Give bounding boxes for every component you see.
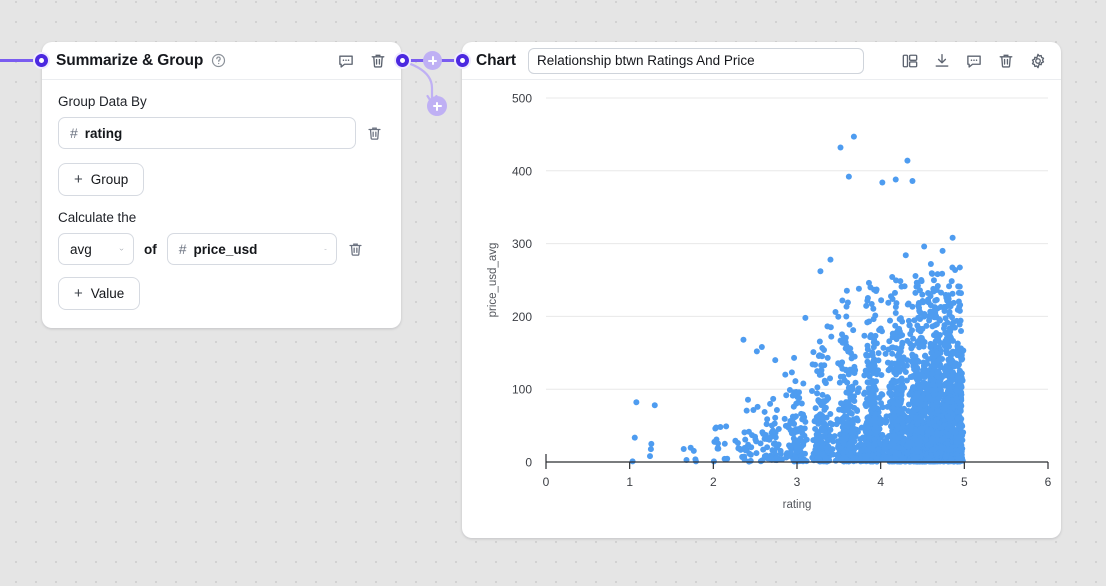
summarize-output-port[interactable] [394,52,411,69]
svg-text:2: 2 [710,475,717,489]
summarize-header-actions [337,52,387,70]
calculate-the-label: Calculate the [58,210,385,225]
add-node-inline-button[interactable] [423,51,442,70]
wire-output-to-add [410,59,424,62]
svg-text:5: 5 [961,475,968,489]
summarize-card-header: Summarize & Group [42,42,401,80]
trash-icon[interactable] [997,52,1015,70]
node-graph-canvas[interactable]: Summarize & Group [0,0,1106,586]
scatter-plot-area[interactable]: 0 100 200 300 400 500 price_usd_avg 0 1 2 3 4 5 6 rati… [462,80,1061,537]
group-data-by-label: Group Data By [58,94,385,109]
chart-input-port[interactable] [454,52,471,69]
chevron-down-icon[interactable] [330,127,346,140]
svg-text:400: 400 [512,164,532,178]
gear-icon[interactable] [1029,52,1047,70]
chevron-down-icon[interactable] [111,243,124,256]
chevron-down-icon[interactable] [314,243,327,256]
svg-text:300: 300 [512,237,532,251]
of-connector-label: of [144,242,157,257]
aggregate-function-select[interactable]: avg [58,233,134,265]
add-value-button-label: Value [91,286,125,301]
add-branch-node-button[interactable] [427,96,447,116]
number-type-icon: # [179,241,187,257]
svg-text:0: 0 [525,456,532,470]
comment-icon[interactable] [337,52,355,70]
value-field-select[interactable]: # price_usd [167,233,337,265]
chart-card-label: Chart [476,52,516,70]
chart-card-header: Chart [462,42,1061,80]
question-circle-icon[interactable] [211,53,226,68]
summarize-card-title: Summarize & Group [56,52,203,70]
plus-icon: + [74,172,83,187]
chart-title-input[interactable] [528,48,864,74]
delete-value-field-button[interactable] [347,241,364,258]
group-field-row: # rating [58,117,385,149]
svg-text:6: 6 [1045,475,1052,489]
scatter-plot-svg: 0 100 200 300 400 500 price_usd_avg 0 1 2 3 4 5 6 rati… [462,80,1061,537]
add-group-button[interactable]: + Group [58,163,144,196]
plus-icon: + [74,286,83,301]
chart-header-actions [901,52,1047,70]
add-group-button-label: Group [91,172,129,187]
svg-text:4: 4 [877,475,884,489]
summarize-input-port[interactable] [33,52,50,69]
summarize-and-group-card[interactable]: Summarize & Group [42,42,401,328]
svg-text:1: 1 [626,475,633,489]
svg-text:200: 200 [512,310,532,324]
group-field-value: rating [85,126,123,141]
svg-text:price_usd_avg: price_usd_avg [487,243,499,318]
wire-add-to-chart [441,59,455,62]
comment-icon[interactable] [965,52,983,70]
download-icon[interactable] [933,52,951,70]
layout-panel-icon[interactable] [901,52,919,70]
calculate-row: avg of # price_usd [58,233,385,265]
number-type-icon: # [70,125,78,141]
group-field-select[interactable]: # rating [58,117,356,149]
value-field-value: price_usd [194,242,258,257]
svg-text:3: 3 [794,475,801,489]
svg-text:100: 100 [512,383,532,397]
svg-text:rating: rating [783,499,812,511]
delete-group-field-button[interactable] [366,125,383,142]
svg-text:500: 500 [512,92,532,106]
aggregate-function-value: avg [70,242,92,257]
trash-icon[interactable] [369,52,387,70]
svg-text:0: 0 [543,475,550,489]
summarize-card-body: Group Data By # rating [42,80,401,328]
add-value-button[interactable]: + Value [58,277,140,310]
chart-card[interactable]: Chart [462,42,1061,538]
